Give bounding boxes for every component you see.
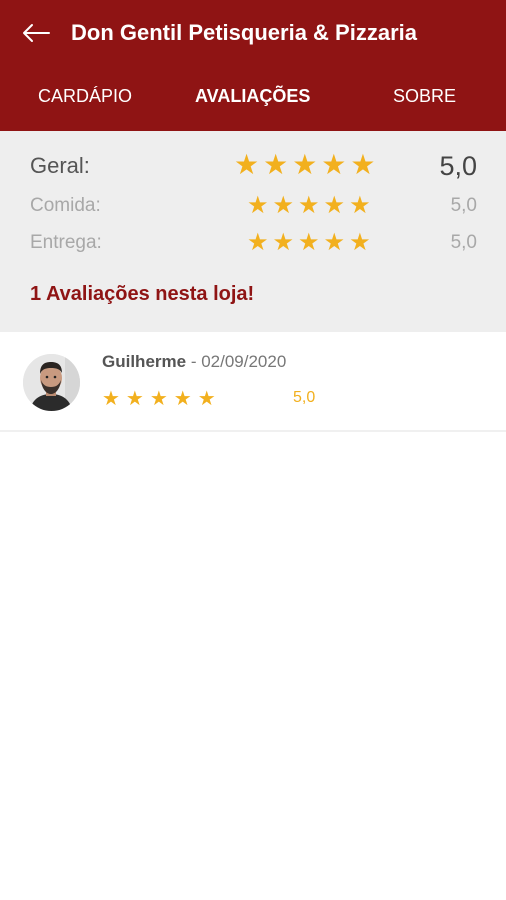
review-date: 02/09/2020: [201, 352, 287, 371]
rating-row-geral: Geral: ★★★★★ 5,0: [0, 149, 506, 183]
tab-sobre[interactable]: SOBRE: [393, 86, 456, 107]
app-header: Don Gentil Petisqueria & Pizzaria CARDÁP…: [0, 0, 506, 131]
review-rating-value: 5,0: [293, 389, 316, 406]
star-rating-icon: ★★★★★: [234, 149, 380, 180]
rating-label: Comida:: [30, 195, 101, 216]
tab-bar: CARDÁPIO AVALIAÇÕES SOBRE: [0, 72, 506, 124]
tab-cardapio[interactable]: CARDÁPIO: [38, 86, 132, 107]
rating-value: 5,0: [450, 195, 477, 216]
avatar: [23, 354, 80, 411]
rating-value: 5,0: [450, 232, 477, 253]
user-photo-icon: [23, 354, 80, 411]
separator: -: [186, 352, 202, 371]
rating-value: 5,0: [439, 151, 477, 181]
rating-label: Entrega:: [30, 232, 102, 253]
rating-summary: Geral: ★★★★★ 5,0 Comida: ★★★★★ 5,0 Entre…: [0, 131, 506, 332]
reviewer-info: Guilherme - 02/09/2020: [102, 352, 286, 372]
review-item[interactable]: Guilherme - 02/09/2020 ★★★★★ 5,0: [0, 332, 506, 432]
app-screen: Don Gentil Petisqueria & Pizzaria CARDÁP…: [0, 0, 506, 900]
rating-row-comida: Comida: ★★★★★ 5,0: [0, 192, 506, 221]
star-rating-icon: ★★★★★: [102, 388, 222, 410]
page-title: Don Gentil Petisqueria & Pizzaria: [71, 20, 417, 45]
star-rating-icon: ★★★★★: [247, 229, 375, 256]
review-count: 1 Avaliações nesta loja!: [30, 283, 255, 305]
reviewer-name: Guilherme: [102, 352, 187, 371]
rating-label: Geral:: [30, 153, 90, 178]
back-button[interactable]: [18, 16, 54, 50]
arrow-left-icon: [23, 24, 50, 42]
rating-row-entrega: Entrega: ★★★★★ 5,0: [0, 229, 506, 258]
star-rating-icon: ★★★★★: [247, 192, 375, 219]
tab-avaliacoes[interactable]: AVALIAÇÕES: [195, 86, 310, 107]
